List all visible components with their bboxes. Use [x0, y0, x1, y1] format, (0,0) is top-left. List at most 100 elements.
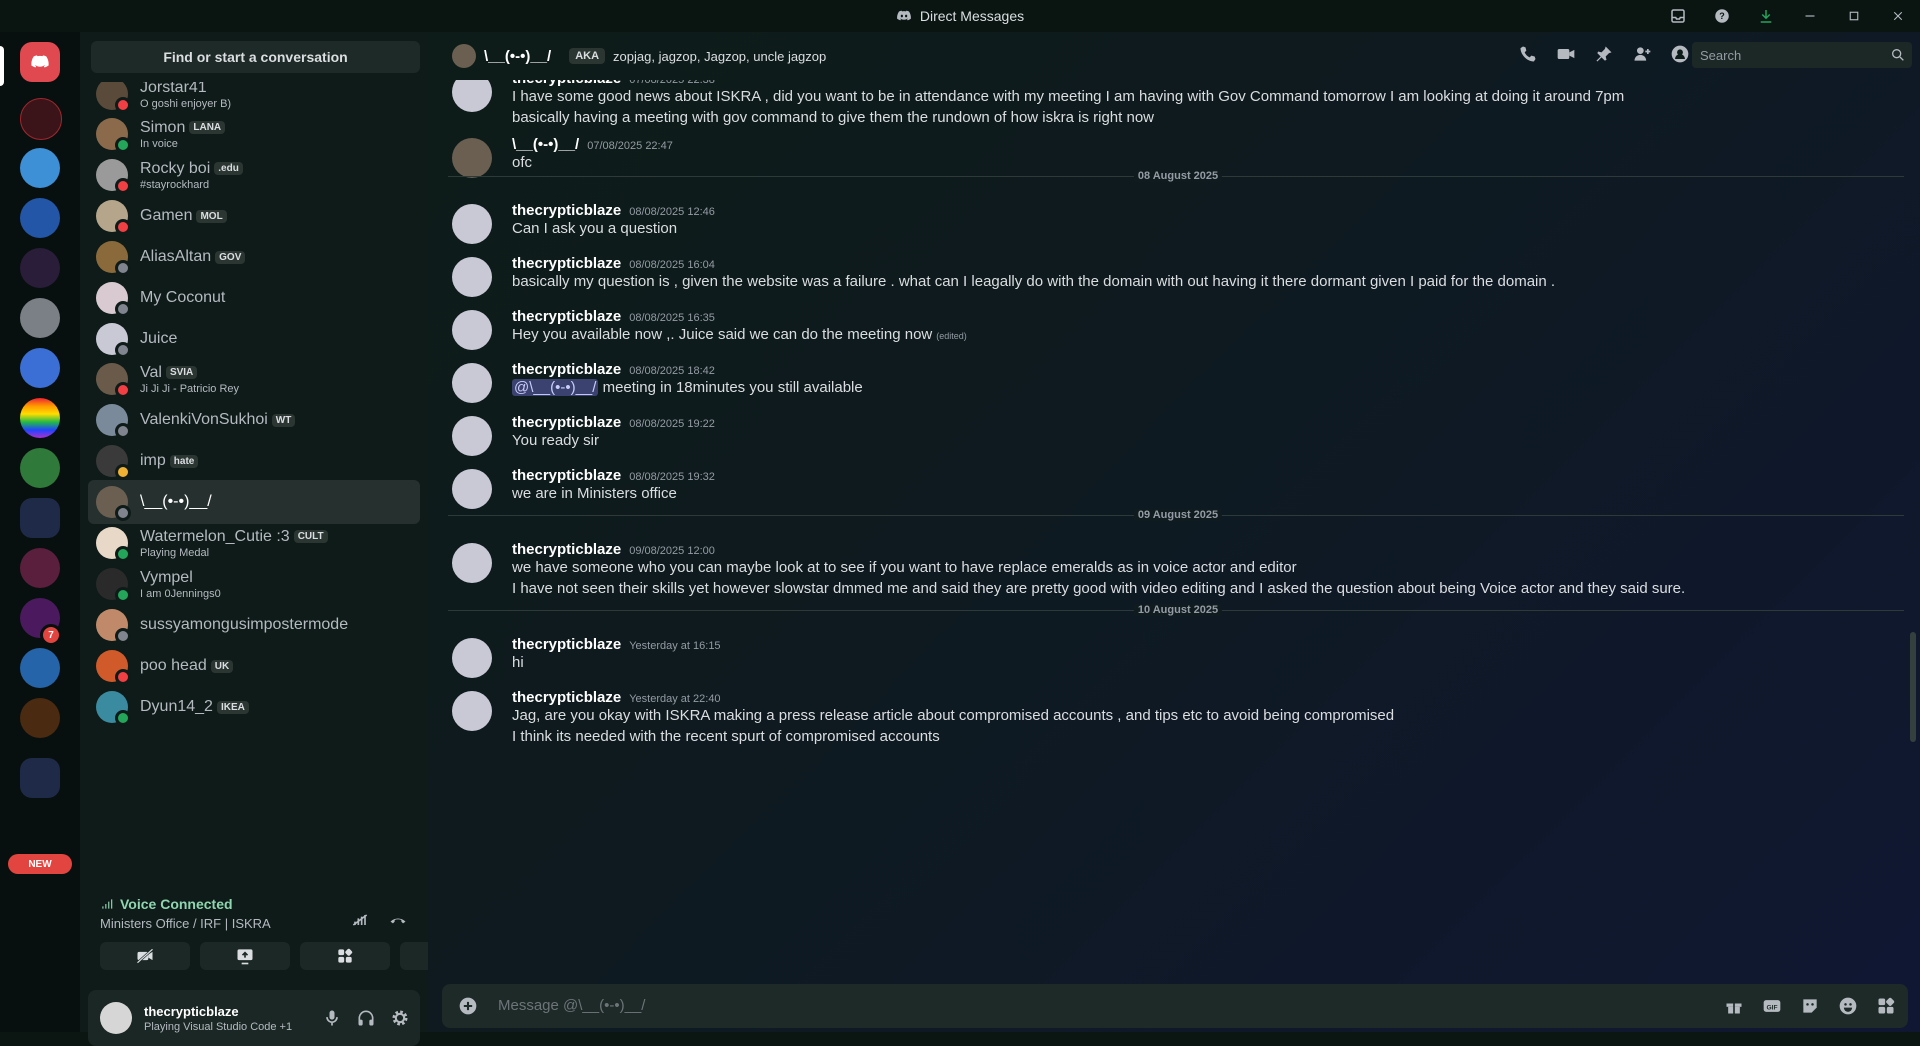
scrollbar[interactable]: [1910, 632, 1916, 742]
dm-item[interactable]: My Coconut: [88, 276, 420, 320]
user-avatar[interactable]: [100, 1002, 132, 1034]
camera-off-button[interactable]: [100, 942, 190, 970]
server-icon[interactable]: [20, 298, 60, 338]
disconnect-icon[interactable]: [388, 910, 408, 930]
server-icon[interactable]: [20, 648, 60, 688]
dm-item[interactable]: Vympel I am 0Jennings0: [88, 562, 420, 606]
header-username[interactable]: \__(•-•)__/: [484, 48, 551, 65]
dm-item[interactable]: AliasAltan GOV: [88, 235, 420, 279]
dm-status-text: Playing Medal: [140, 546, 210, 559]
message-avatar[interactable]: [452, 80, 492, 112]
download-icon[interactable]: [1744, 0, 1788, 32]
user-profile-icon[interactable]: [1670, 44, 1690, 64]
server-icon[interactable]: [20, 148, 60, 188]
server-icon[interactable]: [20, 348, 60, 388]
message-timestamp: 08/08/2025 19:22: [629, 418, 715, 430]
message-author[interactable]: thecrypticblaze: [512, 414, 621, 431]
message-author[interactable]: thecrypticblaze: [512, 255, 621, 272]
dm-item[interactable]: Gamen MOL: [88, 194, 420, 238]
search-input[interactable]: Search: [1692, 42, 1912, 68]
add-friends-icon[interactable]: [1632, 44, 1652, 64]
message-author[interactable]: \__(•-•)__/: [512, 136, 579, 153]
microphone-icon[interactable]: [322, 1008, 342, 1028]
inbox-icon[interactable]: [1656, 0, 1700, 32]
server-icon[interactable]: [20, 248, 60, 288]
server-icon[interactable]: [20, 548, 60, 588]
message-timestamp: 07/08/2025 22:38: [629, 80, 715, 86]
message-author[interactable]: thecrypticblaze: [512, 308, 621, 325]
message-author[interactable]: thecrypticblaze: [512, 361, 621, 378]
message-author[interactable]: thecrypticblaze: [512, 541, 621, 558]
dm-status-text: I am 0Jennings0: [140, 587, 221, 600]
dm-item[interactable]: Jorstar41 O goshi enjoyer B): [88, 82, 420, 116]
server-folder-icon[interactable]: [20, 498, 60, 538]
sticker-icon[interactable]: [1800, 996, 1820, 1016]
dm-item[interactable]: Dyun14_2 IKEA: [88, 685, 420, 729]
dm-item[interactable]: ValenkiVonSukhoi WT: [88, 398, 420, 442]
activities-button[interactable]: [300, 942, 390, 970]
dm-item[interactable]: Val SVIA Ji Ji Ji - Patricio Rey: [88, 357, 420, 401]
video-call-icon[interactable]: [1556, 44, 1576, 64]
close-icon[interactable]: [1876, 0, 1920, 32]
server-icon[interactable]: [20, 448, 60, 488]
pin-icon[interactable]: [1594, 44, 1614, 64]
add-attachment-icon[interactable]: [458, 996, 478, 1016]
message-avatar[interactable]: [452, 469, 492, 509]
message-avatar[interactable]: [452, 138, 492, 178]
help-icon[interactable]: ?: [1700, 0, 1744, 32]
discord-icon: [896, 10, 911, 21]
server-icon[interactable]: [20, 98, 62, 140]
message-avatar[interactable]: [452, 691, 492, 731]
screen-share-button[interactable]: [200, 942, 290, 970]
message-avatar[interactable]: [452, 416, 492, 456]
server-icon[interactable]: [20, 698, 60, 738]
apps-icon[interactable]: [1876, 996, 1896, 1016]
minimize-icon[interactable]: [1788, 0, 1832, 32]
message-text: hi: [512, 654, 524, 671]
emoji-icon[interactable]: [1838, 996, 1858, 1016]
avatar: [96, 363, 131, 398]
server-folder-icon[interactable]: [20, 758, 60, 798]
message-avatar[interactable]: [452, 363, 492, 403]
message-author[interactable]: thecrypticblaze: [512, 467, 621, 484]
gif-icon[interactable]: GIF: [1762, 996, 1782, 1016]
message-avatar[interactable]: [452, 638, 492, 678]
headphones-icon[interactable]: [356, 1008, 376, 1028]
message-author[interactable]: thecrypticblaze: [512, 80, 621, 87]
message-avatar[interactable]: [452, 204, 492, 244]
message-avatar[interactable]: [452, 310, 492, 350]
server-icon[interactable]: [20, 198, 60, 238]
dm-name-text: Dyun14_2: [140, 698, 213, 715]
gift-icon[interactable]: [1724, 996, 1744, 1016]
title-bar: Direct Messages ?: [0, 0, 1920, 32]
server-icon[interactable]: [20, 398, 60, 438]
message-avatar[interactable]: [452, 257, 492, 297]
message-content: Can I ask you a question: [512, 220, 677, 237]
message-author[interactable]: thecrypticblaze: [512, 689, 621, 706]
message-author[interactable]: thecrypticblaze: [512, 202, 621, 219]
dm-item[interactable]: \__(•-•)__/: [88, 480, 420, 524]
message-input[interactable]: Message @\__(•-•)__/: [498, 997, 645, 1014]
message-composer[interactable]: Message @\__(•-•)__/ GIF: [442, 984, 1908, 1028]
dm-item[interactable]: Juice: [88, 317, 420, 361]
dm-item[interactable]: Rocky boi .edu #stayrockhard: [88, 153, 420, 197]
dm-item[interactable]: poo head UK: [88, 644, 420, 688]
maximize-icon[interactable]: [1832, 0, 1876, 32]
dm-item[interactable]: sussyamongusimpostermode: [88, 603, 420, 647]
voice-call-icon[interactable]: [1518, 44, 1538, 64]
header-avatar[interactable]: [452, 44, 476, 68]
dm-item[interactable]: Simon LANA In voice: [88, 112, 420, 156]
find-conversation-button[interactable]: Find or start a conversation: [91, 41, 420, 73]
message-author[interactable]: thecrypticblaze: [512, 636, 621, 653]
user-mention[interactable]: @\__(•-•)__/: [512, 379, 599, 396]
user-panel[interactable]: thecrypticblaze Playing Visual Studio Co…: [88, 990, 420, 1046]
dm-item[interactable]: imp hate: [88, 439, 420, 483]
message-avatar[interactable]: [452, 543, 492, 583]
dm-name-text: imp: [140, 452, 166, 469]
dm-item[interactable]: Watermelon_Cutie :3 CULT Playing Medal: [88, 521, 420, 565]
dm-name: Simon LANA: [140, 119, 226, 137]
home-button[interactable]: [20, 42, 60, 82]
message-text: Hey you available now ,. Juice said we c…: [512, 326, 933, 343]
noise-suppression-icon[interactable]: [350, 910, 370, 930]
settings-gear-icon[interactable]: [390, 1008, 410, 1028]
